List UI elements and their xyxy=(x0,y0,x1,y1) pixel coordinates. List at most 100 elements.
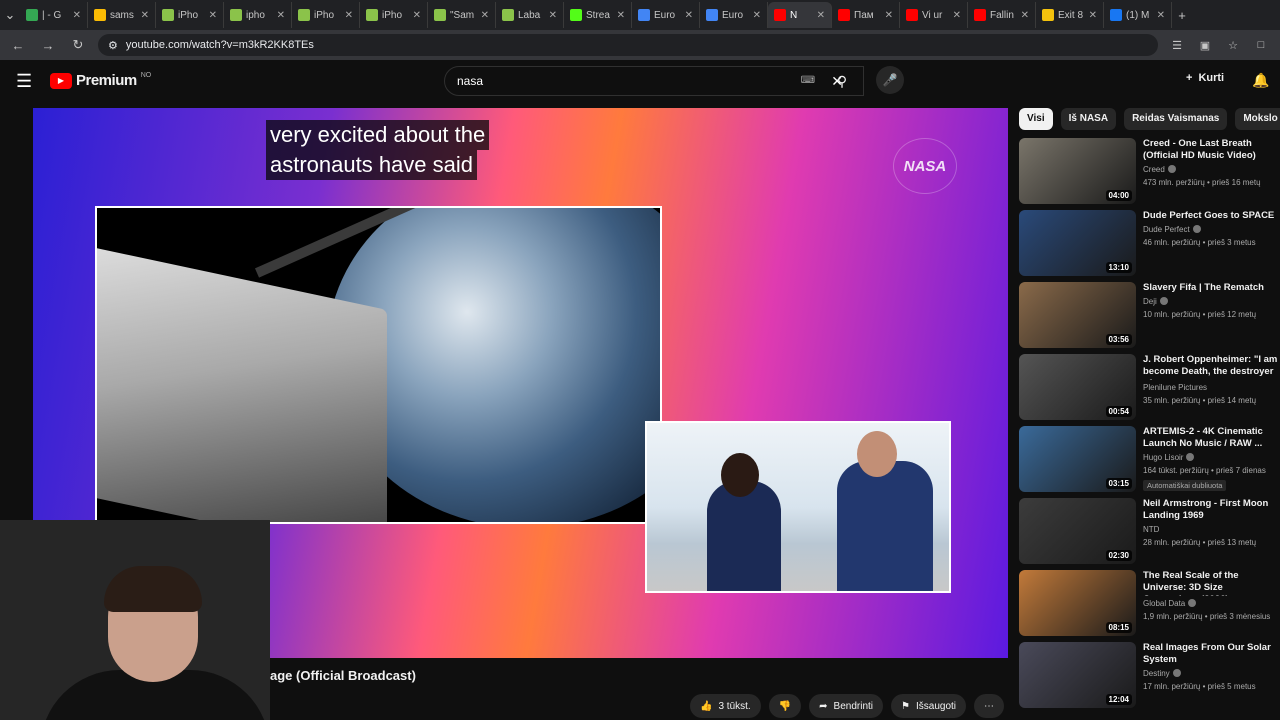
close-tab-icon[interactable]: ✕ xyxy=(1021,10,1029,21)
channel-name-row[interactable]: Destiny xyxy=(1143,669,1280,678)
related-video-item[interactable]: 13:10 Dude Perfect Goes to SPACE Dude Perf… xyxy=(1019,210,1280,282)
video-thumbnail[interactable]: 12:04 xyxy=(1019,642,1136,708)
filter-chip[interactable]: Iš NASA xyxy=(1060,108,1117,130)
browser-tab[interactable]: iPho ✕ xyxy=(292,2,360,28)
channel-name-row[interactable]: Deji xyxy=(1143,297,1280,306)
browser-tab[interactable]: Euro ✕ xyxy=(632,2,700,28)
browser-tab[interactable]: Exit 8 ✕ xyxy=(1036,2,1104,28)
more-actions-button[interactable]: ⋯ xyxy=(974,694,1005,718)
filter-chip[interactable]: Mokslo xyxy=(1235,108,1280,130)
related-video-item[interactable]: 08:15 The Real Scale of the Universe: 3D … xyxy=(1019,570,1280,642)
video-title-link[interactable]: Creed - One Last Breath (Official HD Mus… xyxy=(1143,138,1280,162)
browser-tab[interactable]: iPho ✕ xyxy=(156,2,224,28)
video-thumbnail[interactable]: 00:54 xyxy=(1019,354,1136,420)
close-tab-icon[interactable]: ✕ xyxy=(141,10,149,21)
channel-name-row[interactable]: Global Data xyxy=(1143,599,1280,608)
browser-tab[interactable]: N ✕ xyxy=(768,2,832,28)
video-thumbnail[interactable]: 02:30 xyxy=(1019,498,1136,564)
forward-arrow-icon[interactable]: → xyxy=(38,38,58,53)
close-tab-icon[interactable]: ✕ xyxy=(885,10,893,21)
close-tab-icon[interactable]: ✕ xyxy=(953,10,961,21)
channel-name[interactable]: Global Data xyxy=(1143,599,1185,608)
search-icon[interactable]: ⚲ xyxy=(822,66,862,96)
cast-icon[interactable]: ▣ xyxy=(1196,39,1214,52)
video-thumbnail[interactable]: 04:00 xyxy=(1019,138,1136,204)
youtube-premium-logo[interactable]: ▶ Premium NO xyxy=(50,72,151,89)
channel-name[interactable]: Deji xyxy=(1143,297,1157,306)
filter-chip[interactable]: Reidas Vaismanas xyxy=(1124,108,1228,130)
browser-tab[interactable]: ipho ✕ xyxy=(224,2,292,28)
browser-tab[interactable]: Fallin ✕ xyxy=(968,2,1036,28)
browser-tab[interactable]: sams ✕ xyxy=(88,2,156,28)
video-title-link[interactable]: Slavery Fifa | The Rematch xyxy=(1143,282,1280,294)
browser-tab[interactable]: (1) M ✕ xyxy=(1104,2,1172,28)
close-tab-icon[interactable]: ✕ xyxy=(817,10,825,21)
tab-list-chevron-icon[interactable]: ⌄ xyxy=(0,7,20,23)
close-tab-icon[interactable]: ✕ xyxy=(617,10,625,21)
channel-name-row[interactable]: NTD xyxy=(1143,525,1280,534)
channel-name[interactable]: NTD xyxy=(1143,525,1159,534)
share-button[interactable]: ➦ Bendrinti xyxy=(809,694,884,718)
create-button[interactable]: + Kurti xyxy=(1186,72,1224,84)
close-tab-icon[interactable]: ✕ xyxy=(685,10,693,21)
video-title-link[interactable]: ARTEMIS-2 - 4K Cinematic Launch No Music… xyxy=(1143,426,1280,450)
close-tab-icon[interactable]: ✕ xyxy=(73,10,81,21)
bookmark-star-icon[interactable]: ☆ xyxy=(1224,39,1242,52)
close-tab-icon[interactable]: ✕ xyxy=(753,10,761,21)
channel-name-row[interactable]: Dude Perfect xyxy=(1143,225,1280,234)
new-tab-icon[interactable]: + xyxy=(1172,8,1192,23)
related-video-item[interactable]: 03:56 Slavery Fifa | The Rematch Deji 10 ml… xyxy=(1019,282,1280,354)
channel-name[interactable]: Hugo Lisoir xyxy=(1143,453,1183,462)
close-tab-icon[interactable]: ✕ xyxy=(209,10,217,21)
site-info-icon[interactable]: ⚙ xyxy=(108,39,118,52)
extensions-icon[interactable]: □ xyxy=(1252,39,1270,51)
close-tab-icon[interactable]: ✕ xyxy=(345,10,353,21)
channel-name-row[interactable]: Creed xyxy=(1143,165,1280,174)
dislike-button[interactable]: 👎 xyxy=(768,694,802,718)
filter-chip[interactable]: Visi xyxy=(1019,108,1053,130)
back-arrow-icon[interactable]: ← xyxy=(8,38,28,53)
video-title-link[interactable]: Dude Perfect Goes to SPACE xyxy=(1143,210,1280,222)
reload-icon[interactable]: ↻ xyxy=(68,37,88,53)
microphone-icon[interactable]: 🎤 xyxy=(876,66,904,94)
close-tab-icon[interactable]: ✕ xyxy=(413,10,421,21)
browser-tab[interactable]: Euro ✕ xyxy=(700,2,768,28)
translate-icon[interactable]: ☰ xyxy=(1168,39,1186,52)
related-video-item[interactable]: 02:30 Neil Armstrong - First Moon Landing… xyxy=(1019,498,1280,570)
search-input[interactable]: nasa ⌨ ✕ xyxy=(444,66,864,96)
channel-name-row[interactable]: Hugo Lisoir xyxy=(1143,453,1280,462)
video-thumbnail[interactable]: 03:56 xyxy=(1019,282,1136,348)
video-thumbnail[interactable]: 03:15 xyxy=(1019,426,1136,492)
keyboard-icon[interactable]: ⌨ xyxy=(801,75,815,86)
hamburger-menu-icon[interactable]: ☰ xyxy=(16,71,32,92)
channel-name[interactable]: Plenilune Pictures xyxy=(1143,383,1207,392)
related-video-item[interactable]: 04:00 Creed - One Last Breath (Official H… xyxy=(1019,138,1280,210)
notifications-bell-icon[interactable]: 🔔 xyxy=(1252,72,1269,89)
browser-tab[interactable]: Strea ✕ xyxy=(564,2,632,28)
save-button[interactable]: ⚑ Išsaugoti xyxy=(891,694,967,718)
channel-name[interactable]: Dude Perfect xyxy=(1143,225,1190,234)
channel-name-row[interactable]: Plenilune Pictures xyxy=(1143,383,1280,392)
video-title-link[interactable]: The Real Scale of the Universe: 3D Size … xyxy=(1143,570,1280,596)
close-tab-icon[interactable]: ✕ xyxy=(1157,10,1165,21)
video-title-link[interactable]: J. Robert Oppenheimer: "I am become Deat… xyxy=(1143,354,1280,380)
channel-name[interactable]: Destiny xyxy=(1143,669,1170,678)
video-thumbnail[interactable]: 08:15 xyxy=(1019,570,1136,636)
related-video-item[interactable]: 03:15 ARTEMIS-2 - 4K Cinematic Launch No … xyxy=(1019,426,1280,498)
video-thumbnail[interactable]: 13:10 xyxy=(1019,210,1136,276)
related-video-item[interactable]: 00:54 J. Robert Oppenheimer: "I am become… xyxy=(1019,354,1280,426)
like-button[interactable]: 👍 3 tūkst. xyxy=(690,694,761,718)
channel-name[interactable]: Creed xyxy=(1143,165,1165,174)
address-bar[interactable]: ⚙ youtube.com/watch?v=m3kR2KK8TEs xyxy=(98,34,1158,56)
related-video-item[interactable]: 12:04 Real Images From Our Solar System De… xyxy=(1019,642,1280,714)
browser-tab[interactable]: | - G ✕ xyxy=(20,2,88,28)
close-tab-icon[interactable]: ✕ xyxy=(549,10,557,21)
browser-tab[interactable]: Пам ✕ xyxy=(832,2,900,28)
close-tab-icon[interactable]: ✕ xyxy=(481,10,489,21)
browser-tab[interactable]: "Sam ✕ xyxy=(428,2,496,28)
video-title-link[interactable]: Real Images From Our Solar System xyxy=(1143,642,1280,666)
close-tab-icon[interactable]: ✕ xyxy=(277,10,285,21)
close-tab-icon[interactable]: ✕ xyxy=(1089,10,1097,21)
browser-tab[interactable]: iPho ✕ xyxy=(360,2,428,28)
browser-tab[interactable]: Vi ur ✕ xyxy=(900,2,968,28)
